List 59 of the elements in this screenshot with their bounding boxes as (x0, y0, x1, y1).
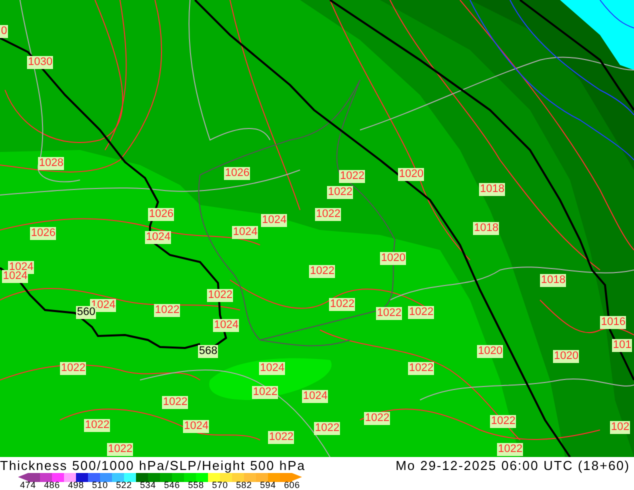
scale-tick-label: 534 (140, 481, 156, 490)
pressure-label: 1022 (162, 396, 188, 409)
pressure-label: 1022 (84, 419, 110, 432)
scale-tick-label: 570 (212, 481, 228, 490)
pressure-label: 1024 (213, 319, 240, 332)
pressure-label: 1020 (380, 252, 406, 265)
pressure-label: 1022 (268, 431, 294, 444)
pressure-label: 1024 (183, 420, 210, 433)
scale-tick-label: 582 (236, 481, 252, 490)
scale-tick-label: 594 (260, 481, 276, 490)
pressure-label: 1022 (327, 186, 354, 199)
pressure-label: 1022 (314, 422, 340, 435)
pressure-label: 1022 (339, 170, 366, 183)
pressure-label: 1022 (497, 443, 524, 456)
scale-tick-label: 522 (116, 481, 132, 490)
pressure-label: 1028 (38, 157, 64, 170)
scale-tick-label: 510 (92, 481, 108, 490)
pressure-label: 1026 (148, 208, 174, 221)
scale-tick-label: 474 (20, 481, 36, 490)
pressure-label: 1030 (27, 56, 54, 69)
pressure-label: 1022 (154, 304, 180, 317)
pressure-label: 102 (610, 421, 630, 434)
pressure-label: 1022 (207, 289, 234, 302)
pressure-label: 1024 (302, 390, 328, 403)
pressure-label: 1022 (364, 412, 390, 425)
scale-tick-label: 546 (164, 481, 180, 490)
pressure-label: 1024 (259, 362, 286, 375)
pressure-label: 1022 (252, 386, 278, 399)
pressure-label: 1022 (408, 362, 434, 375)
pressure-label: 1018 (540, 274, 566, 287)
scale-tick-label: 498 (68, 481, 84, 490)
pressure-label: 1022 (408, 306, 434, 319)
height-label: 568 (198, 345, 218, 358)
scale-tick-label: 558 (188, 481, 204, 490)
pressure-label: 1020 (398, 168, 424, 181)
pressure-label: 101 (612, 339, 632, 352)
pressure-label: 0 (0, 25, 8, 38)
height-label: 560 (76, 306, 96, 319)
pressure-label: 1020 (553, 350, 580, 363)
pressure-label: 1022 (329, 298, 356, 311)
pressure-label: 1022 (490, 415, 516, 428)
pressure-label: 1026 (30, 227, 56, 240)
pressure-label: 1024 (232, 226, 258, 239)
scale-tick-label: 606 (284, 481, 300, 490)
pressure-label: 1016 (600, 316, 626, 329)
forecast-time: Mo 29-12-2025 06:00 UTC (18+60) (396, 458, 630, 472)
scale-tick-label: 486 (44, 481, 60, 490)
pressure-label: 1022 (309, 265, 336, 278)
pressure-label: 1024 (261, 214, 288, 227)
pressure-label: 1018 (479, 183, 506, 196)
pressure-label: 1018 (473, 222, 500, 235)
pressure-label: 1024 (145, 231, 172, 244)
pressure-label: 1022 (376, 307, 402, 320)
chart-title: Thickness 500/1000 hPa/SLP/Height 500 hPa (0, 458, 306, 472)
pressure-label: 1022 (107, 443, 134, 456)
pressure-label: 1022 (315, 208, 342, 221)
pressure-label: 1022 (60, 362, 86, 375)
pressure-label: 1026 (224, 167, 250, 180)
pressure-label: 1020 (477, 345, 504, 358)
